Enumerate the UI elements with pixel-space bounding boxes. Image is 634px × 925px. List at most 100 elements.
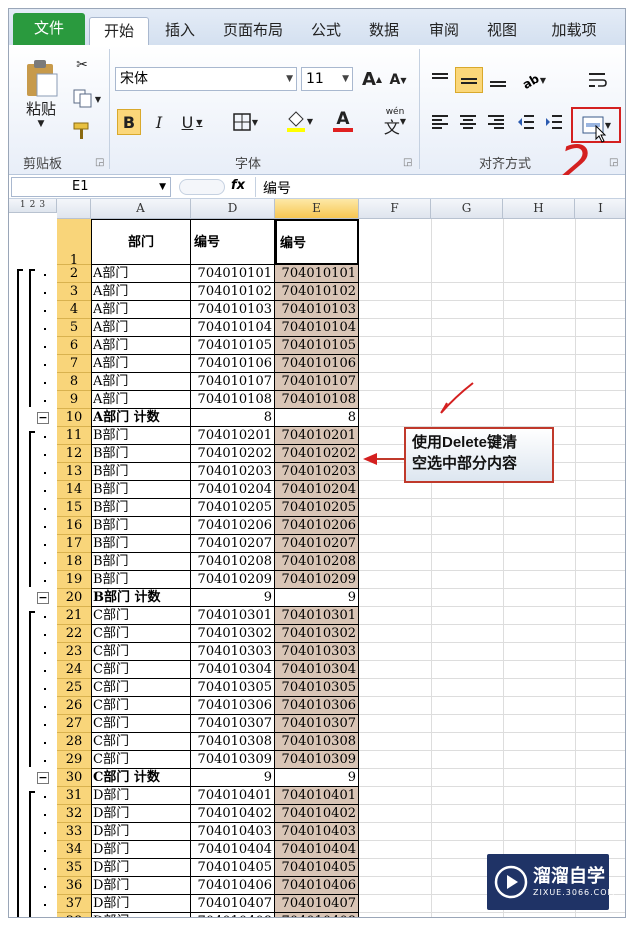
tab-review[interactable]: 审阅 <box>419 17 469 45</box>
clipboard-launcher-icon[interactable]: ◲ <box>95 157 104 168</box>
insert-function-button[interactable]: fx <box>231 178 245 193</box>
id-cell-selected[interactable]: 704010209 <box>275 571 359 589</box>
dept-cell[interactable]: D部门 <box>91 877 191 895</box>
underline-button[interactable]: U ▼ <box>175 109 209 135</box>
row-header[interactable]: 4 <box>57 301 91 319</box>
row-header[interactable]: 10 <box>57 409 91 427</box>
row-header[interactable]: 27 <box>57 715 91 733</box>
column-header-e[interactable]: E <box>275 199 359 219</box>
dept-cell[interactable]: A部门 <box>91 319 191 337</box>
id-cell-selected[interactable]: 704010204 <box>275 481 359 499</box>
id-cell[interactable]: 704010101 <box>191 265 275 283</box>
id-cell[interactable]: 704010301 <box>191 607 275 625</box>
id-cell[interactable]: 704010206 <box>191 517 275 535</box>
shrink-font-button[interactable]: A ▼ <box>387 69 409 91</box>
paste-button[interactable]: 粘贴 ▼ <box>19 51 63 135</box>
row-header[interactable]: 8 <box>57 373 91 391</box>
id-cell[interactable]: 704010202 <box>191 445 275 463</box>
outline-level-2[interactable]: 2 <box>30 200 36 210</box>
column-header-h[interactable]: H <box>503 199 575 219</box>
header-cell-id[interactable]: 编号 <box>191 219 275 265</box>
dept-cell[interactable]: B部门 <box>91 427 191 445</box>
align-middle-button[interactable] <box>455 67 483 93</box>
id-cell[interactable]: 704010404 <box>191 841 275 859</box>
collapse-group-button[interactable]: − <box>37 772 49 784</box>
borders-button[interactable]: ▼ <box>225 109 265 135</box>
dept-cell[interactable]: D部门 <box>91 805 191 823</box>
row-header[interactable]: 6 <box>57 337 91 355</box>
id-cell[interactable]: 704010402 <box>191 805 275 823</box>
orientation-button[interactable]: ab ▼ <box>515 67 551 93</box>
dept-cell[interactable]: D部门 <box>91 787 191 805</box>
row-header[interactable]: 5 <box>57 319 91 337</box>
dept-cell[interactable]: A部门 <box>91 337 191 355</box>
row-header[interactable]: 29 <box>57 751 91 769</box>
id-cell[interactable]: 704010104 <box>191 319 275 337</box>
id-cell[interactable]: 704010401 <box>191 787 275 805</box>
id-cell-selected[interactable]: 704010408 <box>275 913 359 917</box>
font-launcher-icon[interactable]: ◲ <box>403 157 412 168</box>
id-cell[interactable]: 704010105 <box>191 337 275 355</box>
id-cell[interactable]: 704010209 <box>191 571 275 589</box>
id-cell-selected[interactable]: 704010405 <box>275 859 359 877</box>
dept-cell[interactable]: C部门 <box>91 715 191 733</box>
align-bottom-button[interactable] <box>485 67 511 93</box>
align-top-button[interactable] <box>427 67 453 93</box>
fill-color-button[interactable]: ▼ <box>279 107 319 135</box>
row-header[interactable]: 34 <box>57 841 91 859</box>
column-header-a[interactable]: A <box>91 199 191 219</box>
row-header[interactable]: 20 <box>57 589 91 607</box>
header-cell-dept[interactable]: 部门 <box>91 219 191 265</box>
id-cell-selected[interactable]: 704010401 <box>275 787 359 805</box>
bold-button[interactable]: B <box>117 109 141 135</box>
id-cell[interactable]: 704010204 <box>191 481 275 499</box>
id-cell[interactable]: 704010108 <box>191 391 275 409</box>
id-cell-selected[interactable]: 704010208 <box>275 553 359 571</box>
subtotal-count-cell-selected[interactable]: 9 <box>275 769 359 787</box>
row-header[interactable]: 3 <box>57 283 91 301</box>
row-header[interactable]: 23 <box>57 643 91 661</box>
subtotal-label-cell[interactable]: A部门 计数 <box>91 409 191 427</box>
id-cell[interactable]: 704010406 <box>191 877 275 895</box>
dept-cell[interactable]: B部门 <box>91 571 191 589</box>
id-cell-selected[interactable]: 704010306 <box>275 697 359 715</box>
row-header[interactable]: 38 <box>57 913 91 917</box>
align-left-button[interactable] <box>427 109 453 135</box>
row-header[interactable]: 32 <box>57 805 91 823</box>
id-cell[interactable]: 704010205 <box>191 499 275 517</box>
id-cell-selected[interactable]: 704010102 <box>275 283 359 301</box>
id-cell-selected[interactable]: 704010308 <box>275 733 359 751</box>
id-cell-selected[interactable]: 704010206 <box>275 517 359 535</box>
id-cell-selected[interactable]: 704010101 <box>275 265 359 283</box>
dept-cell[interactable]: B部门 <box>91 499 191 517</box>
id-cell[interactable]: 704010408 <box>191 913 275 917</box>
id-cell[interactable]: 704010203 <box>191 463 275 481</box>
row-header[interactable]: 9 <box>57 391 91 409</box>
id-cell[interactable]: 704010309 <box>191 751 275 769</box>
id-cell-selected[interactable]: 704010303 <box>275 643 359 661</box>
tab-formulas[interactable]: 公式 <box>301 17 351 45</box>
dept-cell[interactable]: B部门 <box>91 517 191 535</box>
row-header[interactable]: 14 <box>57 481 91 499</box>
id-cell[interactable]: 704010106 <box>191 355 275 373</box>
column-header-g[interactable]: G <box>431 199 503 219</box>
tab-insert[interactable]: 插入 <box>153 17 207 45</box>
select-all-corner[interactable] <box>57 199 91 219</box>
id-cell[interactable]: 704010307 <box>191 715 275 733</box>
id-cell-selected[interactable]: 704010104 <box>275 319 359 337</box>
subtotal-count-cell-selected[interactable]: 9 <box>275 589 359 607</box>
align-center-button[interactable] <box>455 109 481 135</box>
dept-cell[interactable]: D部门 <box>91 895 191 913</box>
dept-cell[interactable]: C部门 <box>91 625 191 643</box>
id-cell[interactable]: 704010207 <box>191 535 275 553</box>
row-header[interactable]: 7 <box>57 355 91 373</box>
dept-cell[interactable]: A部门 <box>91 391 191 409</box>
row-header[interactable]: 37 <box>57 895 91 913</box>
row-header[interactable]: 13 <box>57 463 91 481</box>
id-cell[interactable]: 704010102 <box>191 283 275 301</box>
id-cell-selected[interactable]: 704010305 <box>275 679 359 697</box>
row-header[interactable]: 35 <box>57 859 91 877</box>
id-cell[interactable]: 704010403 <box>191 823 275 841</box>
row-header[interactable]: 12 <box>57 445 91 463</box>
id-cell-selected[interactable]: 704010302 <box>275 625 359 643</box>
